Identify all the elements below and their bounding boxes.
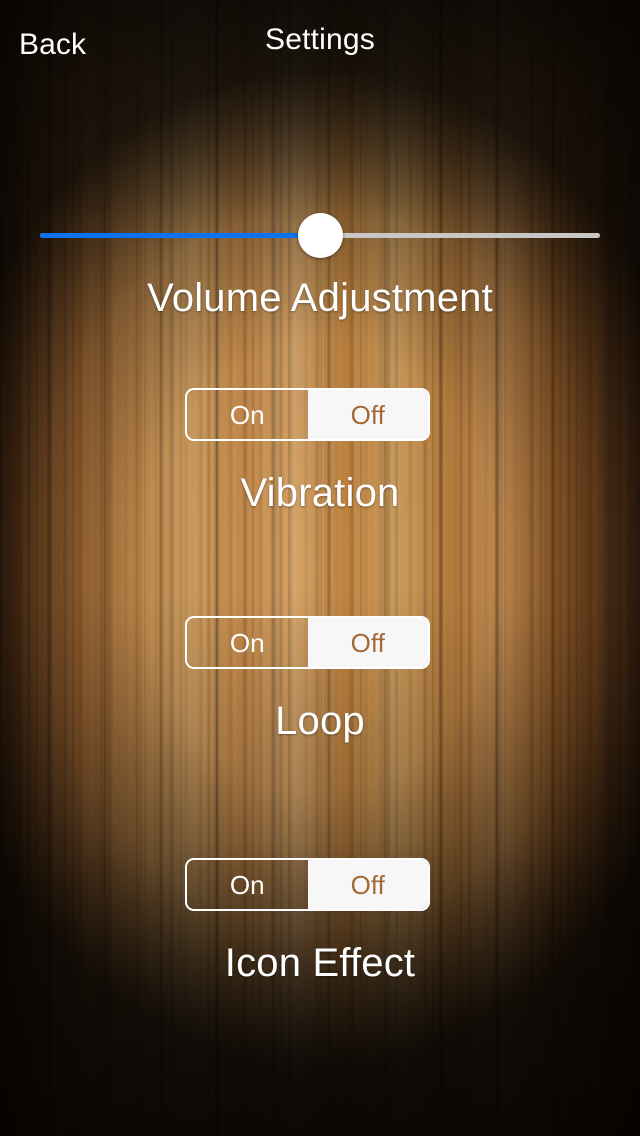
loop-option-on[interactable]: On (187, 618, 308, 667)
icon-effect-option-off[interactable]: Off (307, 860, 428, 909)
icon-effect-segmented-control[interactable]: On Off (185, 858, 430, 911)
slider-thumb[interactable] (298, 213, 343, 258)
section-label-icon-effect: Icon Effect (224, 941, 416, 985)
vibration-option-on[interactable]: On (187, 390, 308, 439)
loop-segmented-control[interactable]: On Off (185, 616, 430, 669)
volume-slider[interactable] (40, 213, 600, 259)
vibration-option-off[interactable]: Off (307, 390, 428, 439)
loop-option-off[interactable]: Off (307, 618, 428, 667)
slider-fill (40, 233, 320, 238)
icon-effect-option-on[interactable]: On (187, 860, 308, 909)
navigation-bar: Back Settings (0, 0, 640, 74)
section-label-volume-adjustment: Volume Adjustment (147, 276, 493, 320)
vibration-segmented-control[interactable]: On Off (185, 388, 430, 441)
settings-screen: Back Settings Volume Adjustment On Off V… (0, 0, 640, 1136)
section-label-loop: Loop (275, 699, 365, 743)
section-label-vibration: Vibration (240, 471, 400, 515)
page-title: Settings (265, 23, 375, 56)
